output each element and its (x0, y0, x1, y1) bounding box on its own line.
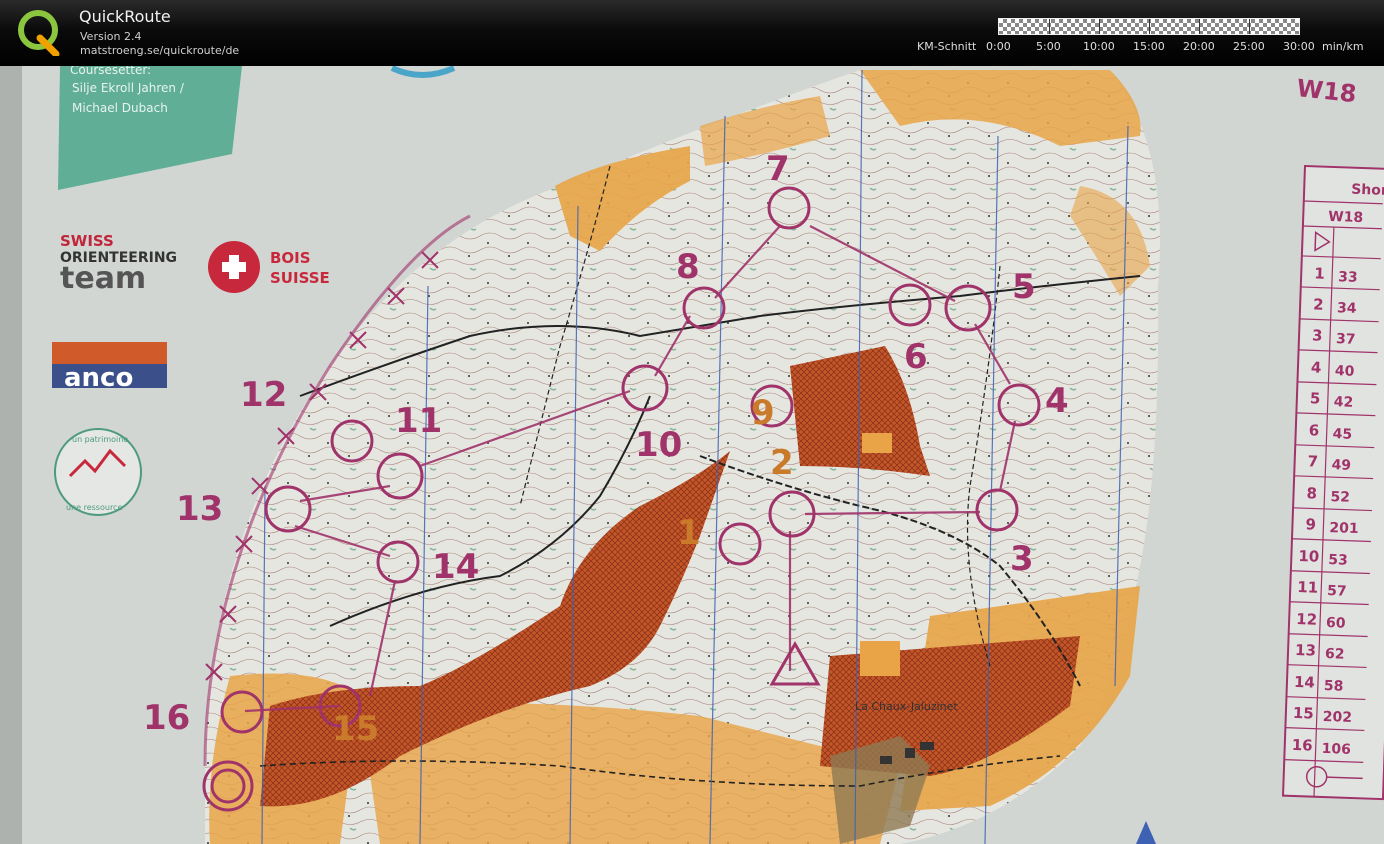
scale-tick-label: 0:00 (986, 40, 1011, 53)
scale-tick-mark (1249, 19, 1250, 34)
svg-text:15: 15 (1293, 704, 1314, 723)
scale-tick-mark (1149, 19, 1150, 34)
svg-text:58: 58 (1324, 678, 1344, 695)
svg-text:14: 14 (1294, 673, 1315, 692)
svg-text:4: 4 (1311, 358, 1322, 376)
control-number: 2 (770, 443, 794, 483)
scale-unit: min/km (1322, 40, 1364, 53)
control-number: 5 (1012, 267, 1036, 307)
control-number: 6 (904, 337, 928, 377)
svg-text:52: 52 (1330, 489, 1350, 506)
svg-text:6: 6 (1308, 421, 1319, 439)
svg-text:Short: Short (1351, 182, 1384, 200)
scale-tick-label: 10:00 (1083, 40, 1115, 53)
control-number: 1 (677, 513, 701, 553)
scale-label: KM-Schnitt (917, 40, 977, 53)
svg-text:202: 202 (1323, 709, 1353, 726)
control-number: 14 (432, 547, 479, 587)
svg-text:13: 13 (1295, 641, 1316, 660)
pace-scale-bar (998, 18, 1300, 35)
svg-text:9: 9 (1305, 515, 1316, 533)
patrimoine-logo: un patrimoine une ressource (54, 428, 142, 516)
svg-text:team: team (60, 261, 146, 296)
scale-tick-label: 5:00 (1036, 40, 1061, 53)
course-setter-names-2: Michael Dubach (72, 101, 168, 115)
course-setter-label: Coursesetter: (70, 66, 151, 77)
map-viewport[interactable]: Coursesetter: Silje Ekroll Jahren / Mich… (0, 66, 1384, 844)
svg-text:une ressource: une ressource (66, 503, 122, 512)
anco-logo: anco (52, 342, 167, 393)
svg-text:1: 1 (1314, 264, 1325, 282)
scale-tick-mark (1199, 19, 1200, 34)
svg-text:33: 33 (1338, 269, 1358, 286)
scale-tick-mark (1099, 19, 1100, 34)
scale-tick-mark (1049, 19, 1050, 34)
svg-text:W18: W18 (1328, 209, 1363, 226)
svg-text:BOIS: BOIS (270, 249, 311, 267)
orienteering-map[interactable]: Coursesetter: Silje Ekroll Jahren / Mich… (0, 66, 1384, 844)
svg-text:7: 7 (1307, 452, 1318, 470)
quickroute-header: QuickRoute Version 2.4 matstroeng.se/qui… (0, 0, 1384, 66)
control-number: 13 (176, 489, 223, 529)
control-number: 9 (751, 393, 775, 433)
scale-tick-label: 30:00 (1283, 40, 1315, 53)
control-number: 11 (395, 401, 442, 441)
svg-text:16: 16 (1291, 736, 1312, 755)
control-number: 3 (1010, 539, 1034, 579)
control-number: 7 (766, 149, 790, 189)
svg-text:SWISS: SWISS (60, 232, 114, 250)
svg-text:11: 11 (1297, 578, 1318, 597)
svg-text:40: 40 (1335, 363, 1355, 380)
svg-text:201: 201 (1329, 520, 1359, 537)
control-number: 12 (240, 375, 287, 415)
svg-text:anco: anco (64, 363, 133, 393)
svg-text:37: 37 (1336, 331, 1356, 348)
svg-text:34: 34 (1337, 300, 1357, 317)
control-number: 15 (332, 709, 379, 749)
app-title: QuickRoute (79, 7, 171, 26)
control-number: 4 (1045, 381, 1069, 421)
place-label: La Chaux-Jaluzinet (855, 700, 958, 713)
svg-text:2: 2 (1313, 295, 1324, 313)
svg-text:106: 106 (1321, 741, 1351, 758)
svg-text:57: 57 (1327, 583, 1347, 600)
svg-text:8: 8 (1306, 484, 1317, 502)
scale-tick-label: 20:00 (1183, 40, 1215, 53)
svg-text:SUISSE: SUISSE (270, 269, 330, 287)
svg-text:42: 42 (1333, 394, 1353, 411)
svg-text:60: 60 (1326, 615, 1346, 632)
course-setter-names: Silje Ekroll Jahren / (72, 81, 185, 95)
svg-text:53: 53 (1328, 552, 1348, 569)
svg-text:12: 12 (1296, 610, 1317, 629)
svg-text:49: 49 (1331, 457, 1351, 474)
svg-text:62: 62 (1325, 646, 1345, 663)
control-number: 16 (143, 698, 190, 738)
control-number: 10 (635, 425, 682, 465)
pace-scale-legend: KM-Schnitt 0:00 5:00 10:00 15:00 20:00 2… (0, 40, 1384, 56)
control-number: 8 (676, 247, 700, 287)
svg-text:45: 45 (1332, 426, 1352, 443)
svg-text:5: 5 (1310, 389, 1321, 407)
scale-tick-label: 25:00 (1233, 40, 1265, 53)
scale-tick-label: 15:00 (1133, 40, 1165, 53)
svg-text:un patrimoine: un patrimoine (72, 435, 128, 444)
svg-text:3: 3 (1312, 326, 1323, 344)
svg-text:10: 10 (1298, 547, 1319, 566)
